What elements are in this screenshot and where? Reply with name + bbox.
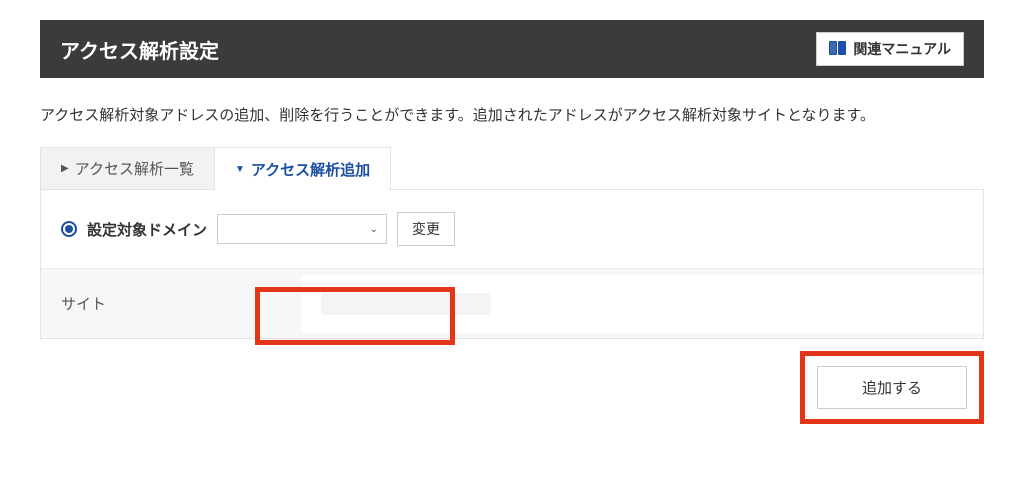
radio-selected-icon[interactable]: [61, 221, 77, 237]
domain-select[interactable]: ⌄: [217, 214, 387, 244]
site-label: サイト: [41, 269, 301, 338]
chevron-down-icon: ⌄: [370, 224, 378, 235]
related-manual-button[interactable]: 関連マニュアル: [816, 32, 964, 66]
related-manual-label: 関連マニュアル: [853, 39, 951, 59]
chevron-right-icon: ▶: [61, 163, 69, 174]
tab-access-list[interactable]: ▶ アクセス解析一覧: [40, 147, 215, 189]
tab-list-label: アクセス解析一覧: [75, 158, 194, 179]
page-title: アクセス解析設定: [60, 35, 219, 64]
site-value-cell: [301, 275, 983, 333]
description-text: アクセス解析対象アドレスの追加、削除を行うことができます。追加されたアドレスがア…: [40, 104, 984, 125]
highlight-annotation-add: 追加する: [800, 351, 984, 424]
book-icon: [829, 41, 847, 57]
tab-add-label: アクセス解析追加: [251, 159, 370, 180]
domain-label: 設定対象ドメイン: [87, 219, 207, 240]
form-panel: 設定対象ドメイン ⌄ 変更 サイト: [40, 190, 984, 339]
footer-actions: 追加する: [40, 339, 984, 424]
site-row: サイト: [41, 269, 983, 338]
domain-row: 設定対象ドメイン ⌄ 変更: [41, 190, 983, 269]
tab-access-add[interactable]: ▼ アクセス解析追加: [215, 147, 391, 190]
tabs: ▶ アクセス解析一覧 ▼ アクセス解析追加: [40, 147, 984, 190]
change-button[interactable]: 変更: [397, 212, 455, 246]
site-value-placeholder: [321, 293, 491, 315]
add-button[interactable]: 追加する: [817, 366, 967, 409]
chevron-down-icon: ▼: [235, 164, 245, 175]
header-bar: アクセス解析設定 関連マニュアル: [40, 20, 984, 78]
